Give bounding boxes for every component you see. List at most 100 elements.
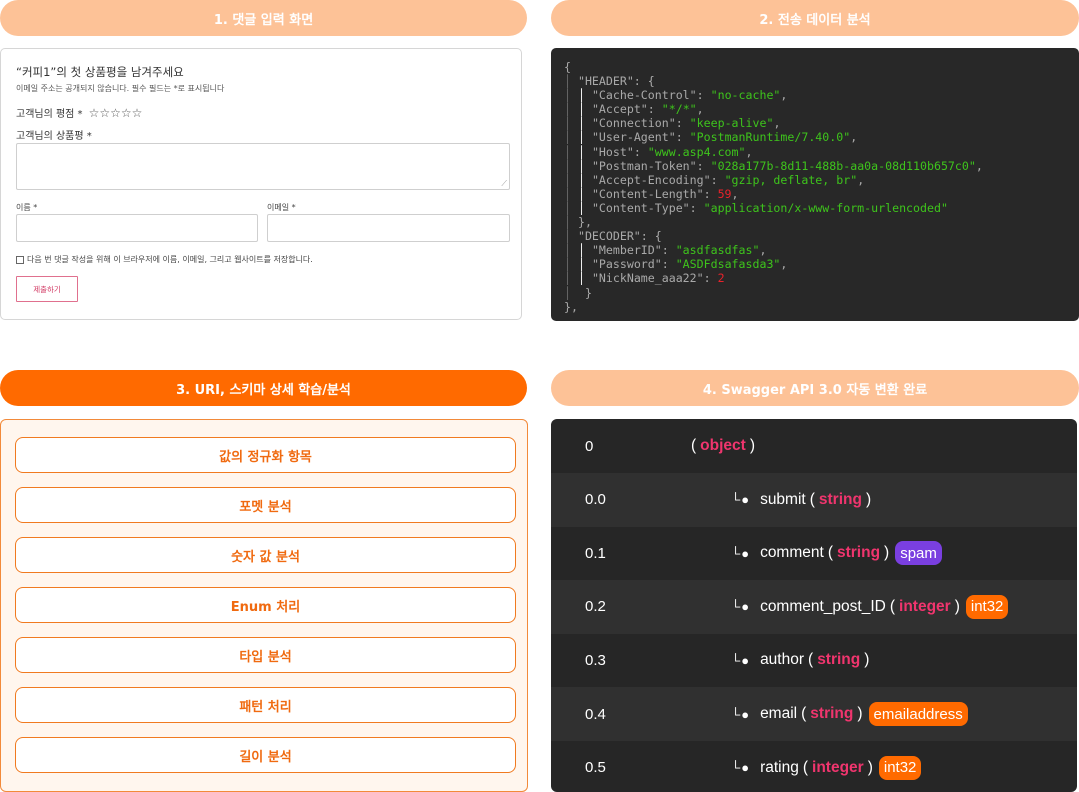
tree-branch-icon: └● — [731, 760, 751, 776]
schema-field-name: author — [760, 651, 805, 669]
tree-branch-icon: └● — [731, 706, 751, 722]
paren-open: ( — [808, 651, 814, 669]
form-note: 이메일 주소는 공개되지 않습니다. 필수 필드는 *로 표시됩니다 — [16, 84, 225, 93]
format-badge: int32 — [965, 594, 1009, 619]
schema-type: integer — [812, 758, 864, 776]
schema-field: └● author(string) — [731, 633, 869, 687]
star-rating-icon[interactable]: ☆☆☆☆☆ — [89, 106, 143, 120]
format-badge: emailaddress — [868, 702, 968, 726]
code-line-decoder-close: │ } — [564, 285, 592, 300]
code-line-header-field: │ │ "User-Agent": "PostmanRuntime/7.40.0… — [564, 130, 858, 145]
schema-type: string — [818, 490, 862, 508]
paren-close: ) — [867, 758, 873, 776]
code-line-decoder-field: │ │ "NickName_aaa22": 2 — [564, 271, 725, 286]
format-badge: spam — [895, 541, 942, 566]
paren-open: ( — [802, 758, 809, 776]
analysis-item[interactable]: 패턴 처리 — [15, 687, 516, 723]
code-line-header-field: │ │ "Content-Length": 59, — [564, 186, 739, 201]
panel-3-header: 3. URI, 스키마 상세 학습/분석 — [0, 370, 527, 406]
schema-row-index: 0.2 — [585, 598, 606, 616]
paren-open: ( — [809, 490, 815, 508]
code-line-header-field: │ │ "Connection": "keep-alive", — [564, 116, 781, 131]
code-line-header-field: │ │ "Host": "www.asp4.com", — [564, 144, 753, 159]
paren-open: ( — [691, 437, 697, 454]
analysis-list: 값의 정규화 항목포멧 분석숫자 값 분석 Enum 처리타입 분석패턴 처리길이… — [0, 419, 528, 792]
code-line-open: { — [564, 60, 571, 74]
schema-type: string — [810, 705, 854, 722]
name-label: 이름 * — [16, 203, 38, 212]
schema-row-index: 0.5 — [585, 759, 606, 777]
code-line-close: }, — [564, 299, 578, 314]
rating-row: 고객님의 평점 * ☆☆☆☆☆ — [16, 105, 143, 121]
schema-row-index: 0.4 — [585, 705, 606, 723]
analysis-item[interactable]: 길이 분석 — [15, 737, 516, 773]
paren-close: ) — [749, 437, 755, 454]
submit-button[interactable]: 제출하기 — [16, 276, 78, 302]
code-line-header: │ "HEADER": { — [564, 74, 655, 89]
schema-row-index: 0.3 — [585, 651, 606, 669]
paren-close: ) — [954, 597, 960, 615]
analysis-item[interactable]: 값의 정규화 항목 — [15, 437, 516, 473]
schema-field-name: comment — [760, 544, 824, 562]
code-line-header-field: │ │ "Accept": "*/*", — [564, 102, 704, 117]
schema-type: integer — [899, 597, 951, 615]
schema-field: └● submit(string) — [731, 473, 871, 527]
paren-close: ) — [884, 544, 890, 562]
schema-row-index: 0.0 — [585, 491, 606, 509]
tree-branch-icon: └● — [731, 492, 751, 508]
paren-close: ) — [864, 651, 870, 669]
review-label: 고객님의 상품평 * — [16, 131, 92, 142]
schema-field-name: submit — [760, 490, 806, 508]
schema-field-name: email — [760, 705, 798, 722]
resize-handle-icon[interactable]: ⟋ — [501, 180, 507, 188]
analysis-item[interactable]: 포멧 분석 — [15, 487, 516, 523]
schema-table: 0(object) 0.0 └● submit(string) 0.1 └● comment… — [551, 419, 1077, 792]
panel-4-header: 4. Swagger API 3.0 자동 변환 완료 — [551, 370, 1079, 406]
schema-row: 0.0 └● submit(string) — [551, 472, 1077, 527]
schema-row-index: 0 — [585, 437, 594, 455]
format-badge: int32 — [878, 755, 922, 780]
schema-field: └● comment(string) spam — [731, 526, 942, 580]
schema-field: └● email(string) emailaddress — [731, 687, 968, 741]
email-label: 이메일 * — [267, 203, 296, 212]
schema-field-name: rating — [760, 758, 799, 776]
schema-field: └● rating(integer) int32 — [731, 741, 922, 792]
paren-open: ( — [801, 705, 807, 722]
schema-type: string — [836, 544, 881, 562]
paren-open: ( — [889, 597, 896, 615]
schema-field: └● comment_post_ID(integer) int32 — [731, 580, 1009, 634]
panel-1-header: 1. 댓글 입력 화면 — [0, 0, 527, 36]
paren-open: ( — [827, 544, 833, 562]
form-title: “커피1”의 첫 상품평을 남겨주세요 — [16, 65, 184, 79]
schema-row: 0.4 └● email(string) emailaddress — [551, 687, 1077, 741]
schema-row: 0 (object) — [551, 419, 1077, 473]
review-textarea[interactable]: ⟋ — [16, 143, 510, 190]
code-line-header-field: │ │ "Postman-Token": "028a177b-8d11-488b… — [564, 158, 983, 173]
schema-field: (object) — [691, 419, 755, 473]
schema-type: string — [817, 651, 861, 669]
code-line-header-close: │ }, — [564, 215, 592, 230]
comment-form: “커피1”의 첫 상품평을 남겨주세요 이메일 주소는 공개되지 않습니다. 필… — [0, 48, 522, 320]
schema-row: 0.2 └● comment_post_ID(integer) int32 — [551, 579, 1077, 634]
tree-branch-icon: └● — [731, 599, 751, 615]
code-line-decoder-field: │ │ "Password": "ASDFdsafasda3", — [564, 257, 788, 272]
save-info-row: 다음 번 댓글 작성을 위해 이 브라우저에 이름, 이메일, 그리고 웹사이트… — [16, 254, 313, 265]
analysis-item[interactable]: Enum 처리 — [15, 587, 516, 623]
schema-row: 0.5 └● rating(integer) int32 — [551, 741, 1077, 792]
analysis-item[interactable]: 타입 분석 — [15, 637, 516, 673]
tree-branch-icon: └● — [731, 652, 751, 668]
name-input[interactable] — [16, 214, 258, 242]
analysis-item[interactable]: 숫자 값 분석 — [15, 537, 516, 573]
schema-type: object — [700, 437, 746, 454]
code-line-header-field: │ │ "Cache-Control": "no-cache", — [564, 88, 788, 103]
code-line-decoder-field: │ │ "MemberID": "asdfasdfas", — [564, 243, 767, 258]
save-info-label: 다음 번 댓글 작성을 위해 이 브라우저에 이름, 이메일, 그리고 웹사이트… — [27, 255, 313, 264]
json-code-block: {│ "HEADER": {│ │ "Cache-Control": "no-c… — [564, 60, 1079, 314]
email-input[interactable] — [267, 214, 510, 242]
panel-2-header: 2. 전송 데이터 분석 — [551, 0, 1079, 36]
schema-row: 0.3 └● author(string) — [551, 633, 1077, 687]
save-info-checkbox[interactable] — [16, 255, 24, 264]
code-line-decoder: │ "DECODER": { — [564, 229, 662, 244]
rating-label: 고객님의 평점 * — [16, 109, 83, 120]
schema-row: 0.1 └● comment(string) spam — [551, 526, 1077, 580]
